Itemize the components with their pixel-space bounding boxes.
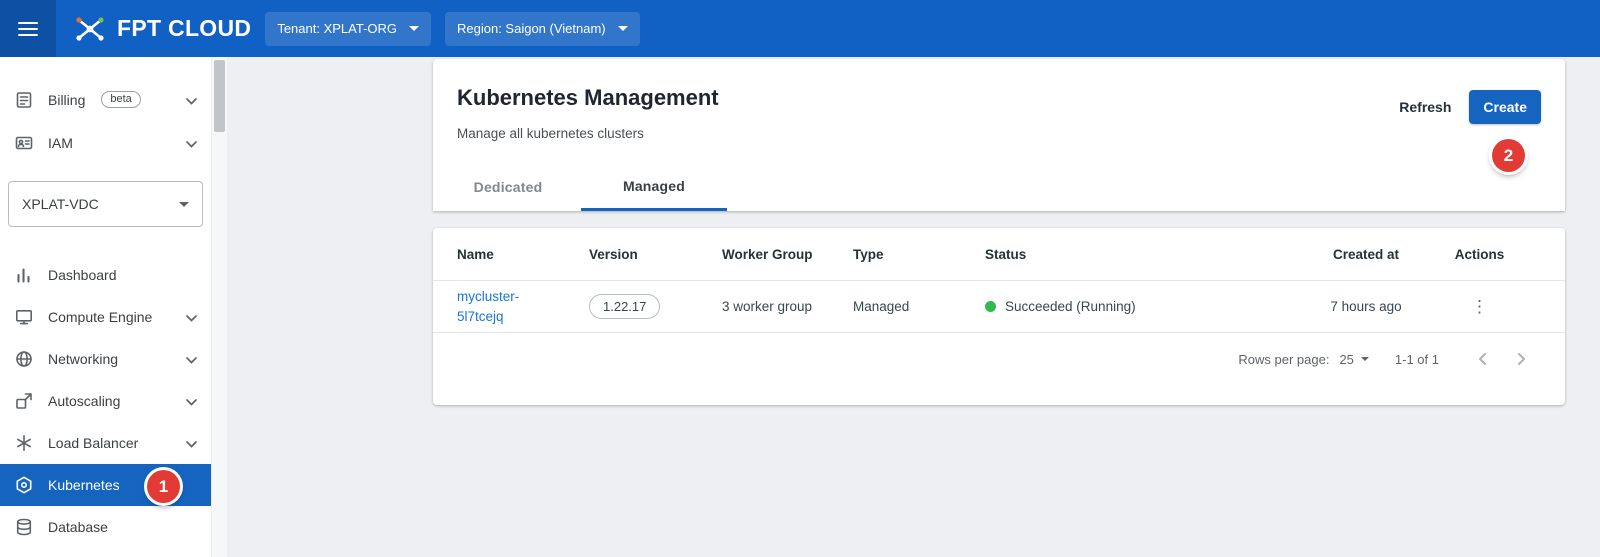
column-header-actions: Actions <box>1418 247 1541 262</box>
more-vertical-icon[interactable]: ⋮ <box>1471 298 1488 315</box>
fpt-cloud-logo-icon <box>72 13 108 45</box>
region-selector[interactable]: Region: Saigon (Vietnam) <box>445 12 640 46</box>
next-page-button[interactable] <box>1507 351 1535 367</box>
create-button[interactable]: Create <box>1469 90 1541 124</box>
sidebar-item-label: Billing <box>48 92 85 108</box>
sidebar-item-label: Load Balancer <box>48 435 138 451</box>
column-header-worker-group: Worker Group <box>722 247 853 262</box>
status-text: Succeeded (Running) <box>1005 299 1136 314</box>
chevron-down-icon <box>186 135 197 151</box>
chevron-down-icon <box>1361 357 1369 361</box>
brand-logo[interactable]: FPT CLOUD <box>72 13 251 45</box>
created-at-cell: 7 hours ago <box>1314 299 1418 314</box>
sidebar-item-label: Database <box>48 519 108 535</box>
pagination-range: 1-1 of 1 <box>1395 352 1439 367</box>
kubernetes-icon <box>14 475 34 495</box>
table-pagination: Rows per page: 25 1-1 of 1 <box>433 333 1565 385</box>
cluster-name-link[interactable]: mycluster-5l7tcejq <box>457 287 543 326</box>
sidebar-item-load-balancer[interactable]: Load Balancer <box>0 422 211 464</box>
chevron-down-icon <box>179 202 189 207</box>
sidebar-item-label: Compute Engine <box>48 309 152 325</box>
step-marker-2: 2 <box>1492 139 1525 172</box>
table-header-row: Name Version Worker Group Type Status Cr… <box>433 228 1565 281</box>
chevron-down-icon <box>186 309 197 325</box>
compute-engine-icon <box>14 307 34 327</box>
sidebar-item-label: Networking <box>48 351 118 367</box>
refresh-button[interactable]: Refresh <box>1399 99 1451 115</box>
column-header-type: Type <box>853 247 985 262</box>
column-header-version: Version <box>589 247 722 262</box>
step-marker-1: 1 <box>147 470 180 503</box>
chevron-left-icon <box>1475 351 1491 367</box>
previous-page-button[interactable] <box>1469 351 1497 367</box>
rows-per-page-value: 25 <box>1339 352 1353 367</box>
sidebar-item-iam[interactable]: IAM <box>0 121 211 164</box>
load-balancer-icon <box>14 433 34 453</box>
worker-group-cell: 3 worker group <box>722 299 853 314</box>
scrollbar-thumb[interactable] <box>214 60 225 132</box>
topbar: FPT CLOUD Tenant: XPLAT-ORG Region: Saig… <box>0 0 1600 57</box>
dashboard-icon <box>14 265 34 285</box>
tab-dedicated[interactable]: Dedicated <box>435 163 581 211</box>
sidebar-item-compute-engine[interactable]: Compute Engine <box>0 296 211 338</box>
page-subtitle: Manage all kubernetes clusters <box>457 126 644 141</box>
tenant-label: Tenant: XPLAT-ORG <box>277 21 397 36</box>
chevron-down-icon <box>186 393 197 409</box>
sidebar-item-networking[interactable]: Networking <box>0 338 211 380</box>
status-dot-icon <box>985 301 996 312</box>
sidebar-item-billing[interactable]: Billing beta <box>0 78 211 121</box>
page-header-card: Kubernetes Management Manage all kuberne… <box>433 59 1565 211</box>
status-cell: Succeeded (Running) <box>985 299 1314 314</box>
rows-per-page-select[interactable]: 25 <box>1339 352 1368 367</box>
region-label: Region: Saigon (Vietnam) <box>457 21 606 36</box>
sidebar-scrollbar[interactable] <box>211 57 227 557</box>
hamburger-menu-button[interactable] <box>0 0 56 57</box>
clusters-table-card: Name Version Worker Group Type Status Cr… <box>433 228 1565 405</box>
autoscaling-icon <box>14 391 34 411</box>
beta-badge: beta <box>101 91 140 108</box>
brand-text: FPT CLOUD <box>117 15 251 42</box>
sidebar-item-label: Dashboard <box>48 267 117 283</box>
chevron-down-icon <box>186 92 197 108</box>
chevron-right-icon <box>1513 351 1529 367</box>
page-title: Kubernetes Management <box>457 85 719 111</box>
table-row: mycluster-5l7tcejq 1.22.17 3 worker grou… <box>433 281 1565 333</box>
networking-icon <box>14 349 34 369</box>
iam-icon <box>14 133 34 153</box>
chevron-down-icon <box>186 351 197 367</box>
vdc-select-value: XPLAT-VDC <box>22 196 99 212</box>
chevron-down-icon <box>618 26 628 31</box>
column-header-name: Name <box>457 247 589 262</box>
version-chip: 1.22.17 <box>589 294 660 319</box>
sidebar-item-label: Autoscaling <box>48 393 120 409</box>
sidebar-item-database[interactable]: Database <box>0 506 211 548</box>
vdc-select[interactable]: XPLAT-VDC <box>8 181 203 227</box>
chevron-down-icon <box>409 26 419 31</box>
sidebar-item-autoscaling[interactable]: Autoscaling <box>0 380 211 422</box>
billing-icon <box>14 90 34 110</box>
sidebar-item-label: IAM <box>48 135 73 151</box>
sidebar-item-label: Kubernetes <box>48 477 120 493</box>
tab-bar: Dedicated Managed <box>435 163 727 211</box>
sidebar-item-dashboard[interactable]: Dashboard <box>0 254 211 296</box>
chevron-down-icon <box>186 435 197 451</box>
column-header-created-at: Created at <box>1314 247 1418 262</box>
rows-per-page-label: Rows per page: <box>1238 352 1329 367</box>
tenant-selector[interactable]: Tenant: XPLAT-ORG <box>265 12 431 46</box>
tab-managed[interactable]: Managed <box>581 163 727 211</box>
hamburger-icon <box>18 22 38 24</box>
column-header-status: Status <box>985 247 1314 262</box>
database-icon <box>14 517 34 537</box>
header-actions: Refresh Create <box>1399 90 1541 124</box>
type-cell: Managed <box>853 299 985 314</box>
